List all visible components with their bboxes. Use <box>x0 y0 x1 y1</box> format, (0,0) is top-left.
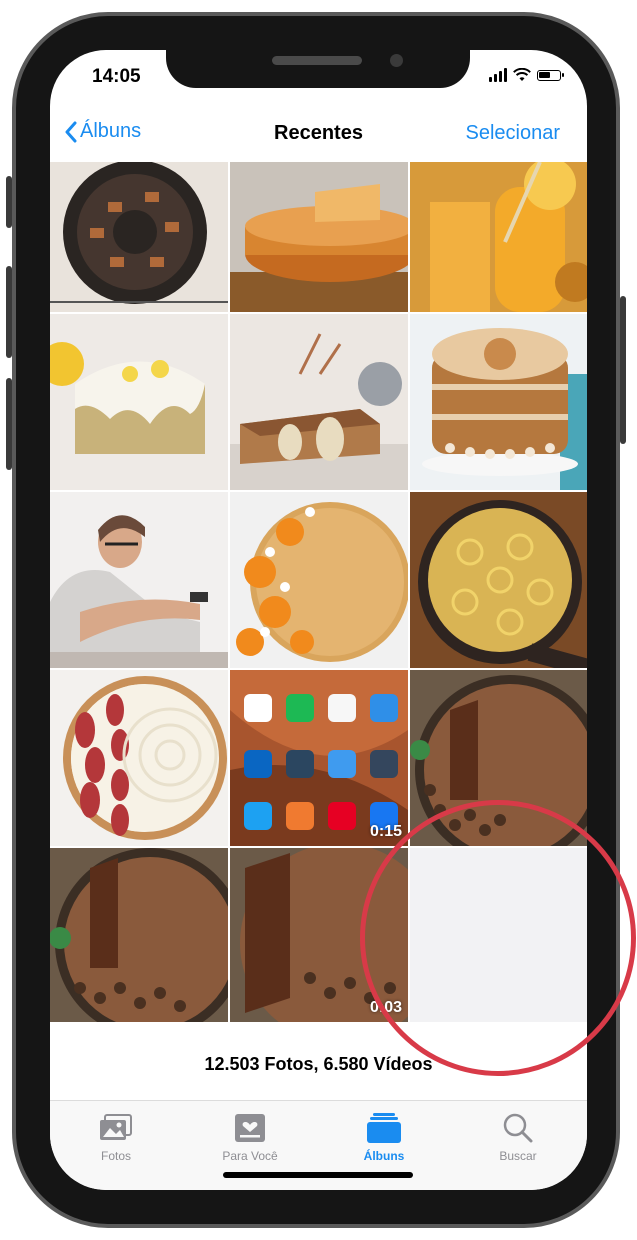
home-indicator[interactable] <box>223 1172 413 1178</box>
photo-thumbnail[interactable] <box>410 162 587 312</box>
chevron-left-icon <box>65 121 77 142</box>
signal-icon <box>489 68 507 82</box>
video-duration: 0:15 <box>369 823 402 840</box>
tab-label: Álbuns <box>363 1149 405 1163</box>
back-label: Álbuns <box>80 120 142 142</box>
status-time: 14:05 <box>92 66 141 87</box>
library-count: 12.503 Fotos, 6.580 Vídeos <box>204 1054 433 1074</box>
phone-screen: 14:05 Álbuns Recentes Selecionar 0:15 0:… <box>50 50 587 1190</box>
tab-para-voce[interactable]: Para Você <box>200 1111 300 1163</box>
power-button <box>620 296 626 444</box>
photo-grid: 0:15 0:03 <box>50 162 587 1032</box>
photos-icon <box>100 1114 132 1140</box>
photo-thumbnail[interactable] <box>410 492 587 668</box>
tab-label: Buscar <box>499 1149 537 1163</box>
photo-thumbnail[interactable] <box>50 162 228 312</box>
photo-thumbnail[interactable] <box>50 848 228 1022</box>
notch <box>166 50 470 88</box>
video-thumbnail[interactable]: 0:15 <box>230 670 408 846</box>
photo-thumbnail[interactable] <box>230 314 408 490</box>
photo-thumbnail[interactable] <box>230 492 408 668</box>
video-thumbnail[interactable]: 0:03 <box>230 848 408 1022</box>
status-icons <box>489 68 564 82</box>
search-icon <box>503 1113 533 1143</box>
tab-albuns[interactable]: Álbuns <box>334 1111 434 1163</box>
volume-up-button <box>6 266 12 358</box>
volume-down-button <box>6 378 12 470</box>
tab-buscar[interactable]: Buscar <box>468 1111 568 1163</box>
speaker <box>272 56 362 65</box>
mute-switch <box>6 176 12 228</box>
empty-grid-cell <box>410 848 587 1022</box>
tab-fotos[interactable]: Fotos <box>66 1111 166 1163</box>
photo-thumbnail[interactable] <box>410 314 587 490</box>
tab-label: Para Você <box>222 1149 278 1163</box>
nav-bar: Álbuns Recentes Selecionar <box>50 112 587 156</box>
photo-thumbnail[interactable] <box>410 670 587 846</box>
wifi-icon <box>513 68 531 81</box>
video-duration: 0:03 <box>369 999 402 1016</box>
front-camera <box>390 54 403 67</box>
select-button[interactable]: Selecionar <box>465 122 560 145</box>
photo-thumbnail[interactable] <box>50 670 228 846</box>
back-button[interactable]: Álbuns <box>64 120 141 143</box>
photo-thumbnail[interactable] <box>230 162 408 312</box>
albums-icon <box>367 1113 401 1143</box>
battery-icon <box>537 69 564 81</box>
for-you-icon <box>235 1114 265 1142</box>
photo-thumbnail[interactable] <box>50 492 228 668</box>
tab-label: Fotos <box>100 1149 131 1163</box>
photo-thumbnail[interactable] <box>50 314 228 490</box>
